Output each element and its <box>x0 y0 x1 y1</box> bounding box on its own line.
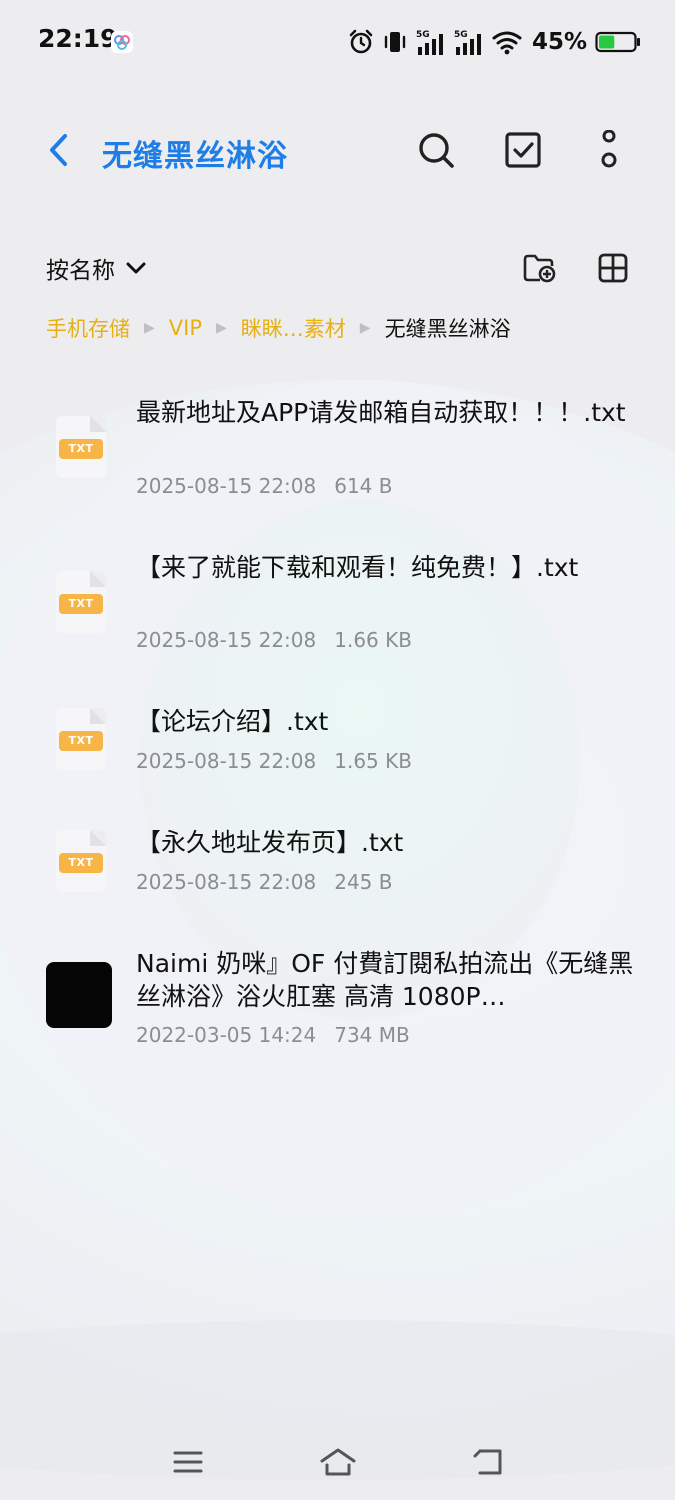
video-thumbnail <box>46 962 112 1028</box>
file-meta: 2022-03-05 14:24 734 MB <box>136 1023 410 1047</box>
vibrate-icon <box>384 32 406 52</box>
file-row[interactable]: TXT 【来了就能下载和观看！纯免费！】.txt 2025-08-15 22:0… <box>0 545 675 675</box>
back-icon <box>473 1449 502 1475</box>
file-size: 614 B <box>334 474 393 498</box>
home-icon <box>320 1448 356 1476</box>
home-button[interactable] <box>316 1440 360 1484</box>
file-row[interactable]: TXT 【永久地址发布页】.txt 2025-08-15 22:08 245 B <box>0 822 675 912</box>
txt-file-icon: TXT <box>48 828 112 898</box>
back-button[interactable] <box>40 130 76 170</box>
txt-file-icon: TXT <box>48 414 112 484</box>
app-notification-icon <box>111 31 133 53</box>
battery-icon <box>595 31 640 53</box>
battery-fill <box>599 35 615 49</box>
new-folder-button[interactable] <box>521 250 557 286</box>
breadcrumb-separator-icon: ▶ <box>216 320 227 336</box>
file-size: 734 MB <box>334 1023 410 1047</box>
page-title: 无缝黑丝淋浴 <box>102 139 288 174</box>
select-button[interactable] <box>503 128 543 172</box>
grid-view-button[interactable] <box>595 250 631 286</box>
file-size: 1.66 KB <box>334 628 412 652</box>
file-row[interactable]: Naimi 奶咪』OF 付費訂閱私拍流出《无缝黑丝淋浴》浴火肛塞 高清 1080… <box>0 945 675 1075</box>
more-button[interactable] <box>589 128 629 172</box>
file-name: 最新地址及APP请发邮箱自动获取！！！.txt <box>136 398 626 427</box>
grid-view-icon <box>598 253 628 283</box>
file-meta: 2025-08-15 22:08 1.65 KB <box>136 749 412 773</box>
status-icons: 5G 5G 45% <box>348 25 641 59</box>
chevron-left-icon <box>50 134 67 166</box>
file-name: Naimi 奶咪』OF 付費訂閱私拍流出《无缝黑丝淋浴》浴火肛塞 高清 1080… <box>136 949 634 1011</box>
file-size: 245 B <box>334 870 393 894</box>
breadcrumb-separator-icon: ▶ <box>144 320 155 336</box>
breadcrumb: 手机存储 ▶ VIP ▶ 眯眯…素材 ▶ 无缝黑丝淋浴 <box>46 313 511 343</box>
file-meta: 2025-08-15 22:08 614 B <box>136 474 393 498</box>
signal-icon-1: 5G <box>416 30 443 55</box>
wifi-icon <box>492 31 522 55</box>
chevron-down-icon <box>126 262 146 274</box>
file-date: 2022-03-05 14:24 <box>136 1023 317 1047</box>
sort-label: 按名称 <box>46 258 115 284</box>
status-time: 22:19 <box>38 24 118 53</box>
file-row[interactable]: TXT 最新地址及APP请发邮箱自动获取！！！.txt 2025-08-15 2… <box>0 390 675 520</box>
alarm-icon <box>349 29 373 54</box>
file-date: 2025-08-15 22:08 <box>136 749 317 773</box>
checkbox-icon <box>505 132 541 168</box>
breadcrumb-current: 无缝黑丝淋浴 <box>384 317 511 341</box>
file-date: 2025-08-15 22:08 <box>136 474 317 498</box>
txt-file-icon: TXT <box>48 706 112 776</box>
breadcrumb-separator-icon: ▶ <box>359 320 371 336</box>
breadcrumb-item[interactable]: 手机存储 <box>46 313 130 343</box>
menu-icon <box>173 1451 203 1473</box>
breadcrumb-item[interactable]: 眯眯…素材 <box>241 313 346 343</box>
sort-dropdown[interactable]: 按名称 <box>46 251 147 285</box>
recent-apps-button[interactable] <box>166 1440 210 1484</box>
file-row[interactable]: TXT 【论坛介绍】.txt 2025-08-15 22:08 1.65 KB <box>0 700 675 790</box>
search-icon <box>419 133 454 168</box>
new-folder-icon <box>523 254 556 283</box>
signal-icon-2: 5G <box>454 30 481 55</box>
more-vertical-icon <box>601 130 617 168</box>
file-size: 1.65 KB <box>334 749 412 773</box>
file-meta: 2025-08-15 22:08 245 B <box>136 870 393 894</box>
svg-text:5G: 5G <box>416 30 430 40</box>
file-name: 【论坛介绍】.txt <box>136 707 329 736</box>
txt-file-icon: TXT <box>48 569 112 639</box>
search-button[interactable] <box>416 128 456 172</box>
svg-text:5G: 5G <box>454 30 468 40</box>
file-meta: 2025-08-15 22:08 1.66 KB <box>136 628 412 652</box>
file-name: 【来了就能下载和观看！纯免费！】.txt <box>136 553 579 582</box>
file-name: 【永久地址发布页】.txt <box>136 828 404 857</box>
breadcrumb-item[interactable]: VIP <box>169 316 202 340</box>
file-date: 2025-08-15 22:08 <box>136 628 317 652</box>
file-date: 2025-08-15 22:08 <box>136 870 317 894</box>
battery-percent: 45% <box>531 29 587 55</box>
nav-back-button[interactable] <box>466 1440 510 1484</box>
